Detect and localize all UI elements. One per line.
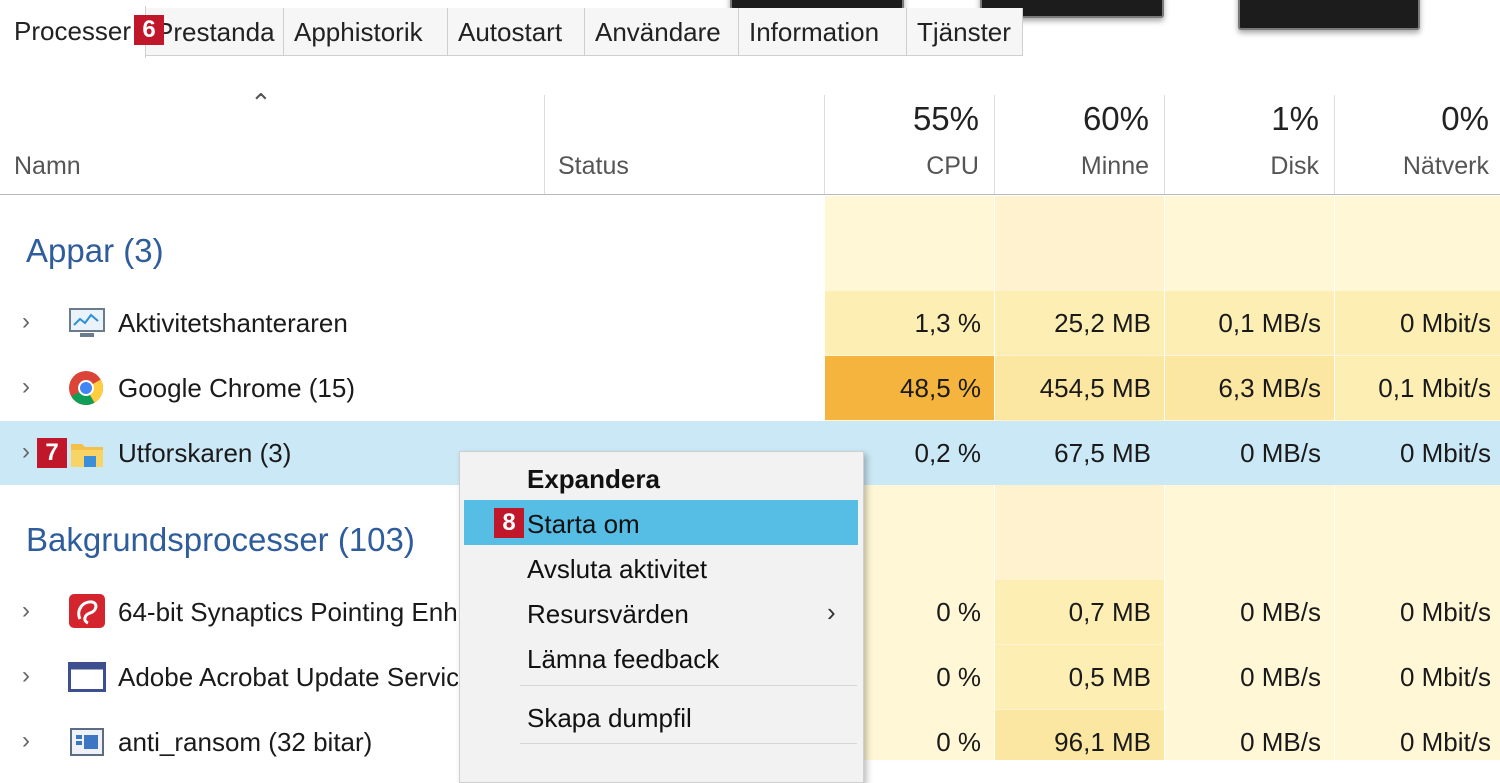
row-cpu: 1,3 % <box>914 308 982 338</box>
row-mem: 0,5 MB <box>1068 662 1151 692</box>
group-title-apps[interactable]: Appar (3) <box>26 232 164 270</box>
tab-processer[interactable]: Processer <box>4 6 146 58</box>
chrome-icon <box>68 370 104 411</box>
sort-arrow-icon[interactable]: ⌃ <box>250 88 272 119</box>
synaptics-icon <box>68 593 106 634</box>
chevron-right-icon[interactable]: › <box>22 662 30 690</box>
row-net: 0 Mbit/s <box>1399 308 1491 338</box>
row-disk: 0 MB/s <box>1240 727 1321 757</box>
row-disk: 0,1 MB/s <box>1218 308 1321 338</box>
menu-item-feedback[interactable]: Lämna feedback <box>527 644 719 675</box>
tab-anvandare[interactable]: Användare <box>585 8 739 56</box>
tab-strip: Processer Prestanda Apphistorik Autostar… <box>0 0 1500 58</box>
chevron-right-icon[interactable]: › <box>22 308 30 336</box>
row-name[interactable]: Aktivitetshanteraren <box>118 308 448 339</box>
context-menu: Expandera 8 Starta om Avsluta aktivitet … <box>459 451 864 783</box>
row-net: 0 Mbit/s <box>1399 597 1491 627</box>
row-name[interactable]: anti_ransom (32 bitar) <box>118 727 458 758</box>
tab-information[interactable]: Information <box>739 8 907 56</box>
row-mem: 67,5 MB <box>1054 438 1151 468</box>
step-badge-7: 7 <box>37 438 67 468</box>
chevron-right-icon[interactable]: › <box>22 373 30 401</box>
row-net: 0 Mbit/s <box>1399 438 1491 468</box>
menu-separator <box>520 685 857 686</box>
row-name[interactable]: Adobe Acrobat Update Service <box>118 662 458 693</box>
menu-item-expand[interactable]: Expandera <box>527 464 660 495</box>
menu-separator <box>520 743 857 744</box>
tab-prestanda[interactable]: Prestanda <box>146 8 284 56</box>
column-status[interactable]: Status <box>558 152 629 181</box>
row-mem: 0,7 MB <box>1068 597 1151 627</box>
column-net[interactable]: Nätverk <box>1335 152 1489 181</box>
row-disk: 0 MB/s <box>1240 662 1321 692</box>
chevron-right-icon[interactable]: › <box>22 438 30 466</box>
menu-item-dump[interactable]: Skapa dumpfil <box>527 703 692 734</box>
header-divider <box>0 194 1500 195</box>
row-name[interactable]: Utforskaren (3) <box>118 438 448 469</box>
row-mem: 25,2 MB <box>1054 308 1151 338</box>
column-name[interactable]: Namn <box>14 152 81 181</box>
app-icon <box>70 728 104 761</box>
row-mem: 454,5 MB <box>1039 373 1151 403</box>
folder-icon <box>70 440 104 473</box>
column-mem[interactable]: Minne <box>995 152 1149 181</box>
row-cpu: 48,5 % <box>900 373 981 403</box>
row-disk: 0 MB/s <box>1240 438 1321 468</box>
mem-percent: 60% <box>1082 100 1149 137</box>
chevron-right-icon[interactable]: › <box>22 727 30 755</box>
column-disk[interactable]: Disk <box>1165 152 1319 181</box>
cpu-percent: 55% <box>912 100 979 137</box>
menu-item-resources[interactable]: Resursvärden <box>527 599 689 630</box>
row-disk: 0 MB/s <box>1240 597 1321 627</box>
row-net: 0 Mbit/s <box>1399 727 1491 757</box>
menu-item-end-task[interactable]: Avsluta aktivitet <box>527 554 707 585</box>
group-title-background[interactable]: Bakgrundsprocesser (103) <box>26 521 415 559</box>
column-separator <box>544 95 545 194</box>
row-disk: 6,3 MB/s <box>1218 373 1321 403</box>
window-icon <box>68 662 106 697</box>
chevron-right-icon[interactable]: › <box>22 597 30 625</box>
row-name[interactable]: 64-bit Synaptics Pointing Enhance Servic… <box>118 597 458 628</box>
disk-percent: 1% <box>1271 100 1319 137</box>
row-name[interactable]: Google Chrome (15) <box>118 373 448 404</box>
row-net: 0,1 Mbit/s <box>1378 373 1491 403</box>
net-percent: 0% <box>1441 100 1489 137</box>
tab-apphistorik[interactable]: Apphistorik <box>284 8 448 56</box>
task-manager-icon <box>68 307 106 344</box>
menu-item-restart[interactable]: Starta om <box>527 509 640 540</box>
submenu-arrow-icon: › <box>827 597 836 627</box>
row-mem: 96,1 MB <box>1054 727 1151 757</box>
tab-tjanster[interactable]: Tjänster <box>907 8 1023 56</box>
step-badge-6: 6 <box>134 15 164 45</box>
step-badge-8: 8 <box>494 508 524 538</box>
column-cpu[interactable]: CPU <box>825 152 979 181</box>
tab-autostart[interactable]: Autostart <box>448 8 585 56</box>
row-net: 0 Mbit/s <box>1399 662 1491 692</box>
